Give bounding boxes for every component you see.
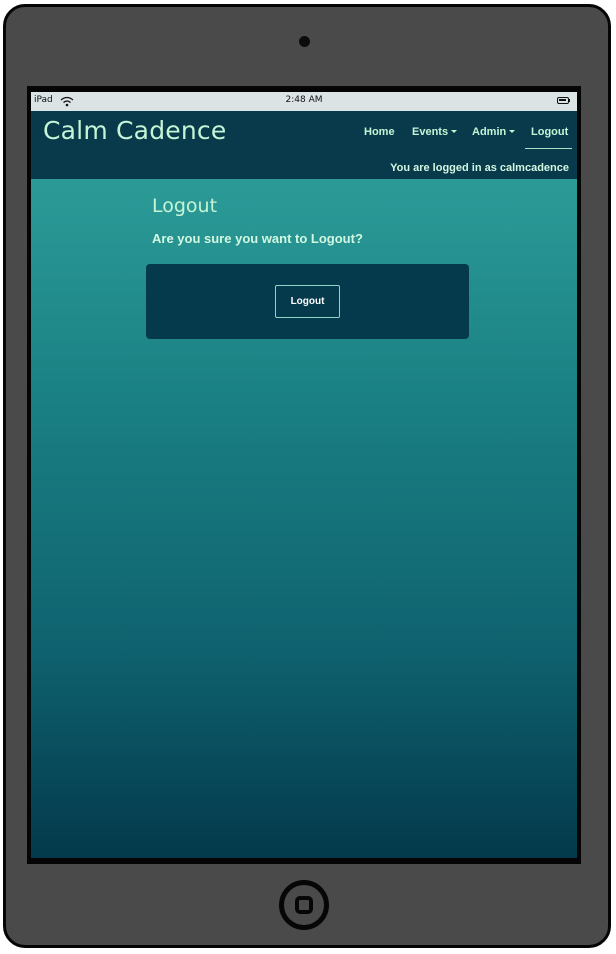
logout-confirmation-text: Are you sure you want to Logout? [152,231,363,246]
nav-admin-dropdown[interactable]: Admin [472,126,516,138]
caret-down-icon [451,130,458,133]
status-bar: iPad 2:48 AM [31,92,577,111]
screen: iPad 2:48 AM Calm Cadence Home Events Ad… [31,92,577,858]
nav-admin-label: Admin [472,126,507,138]
logout-card: Logout [146,264,469,339]
nav-events-dropdown[interactable]: Events [412,126,458,138]
nav-logout-label: Logout [531,126,569,138]
nav-links: Home Events Admin Logout [31,126,577,146]
nav-logout[interactable]: Logout [531,126,568,138]
nav-home[interactable]: Home [364,126,395,138]
logout-button[interactable]: Logout [275,285,340,318]
battery-level [559,99,566,101]
nav-active-underline [525,148,572,149]
status-time: 2:48 AM [285,95,323,105]
navbar: Calm Cadence Home Events Admin Logout Yo… [31,111,577,179]
page-title: Logout [152,195,218,217]
nav-home-label: Home [364,126,395,138]
home-button[interactable] [279,880,329,930]
battery-nub [568,99,570,102]
camera-icon [299,36,310,47]
logged-in-status: You are logged in as calmcadence [390,162,569,174]
home-button-square-icon [295,896,313,914]
nav-events-label: Events [412,126,449,138]
battery-icon [557,97,570,104]
caret-down-icon [509,130,516,133]
